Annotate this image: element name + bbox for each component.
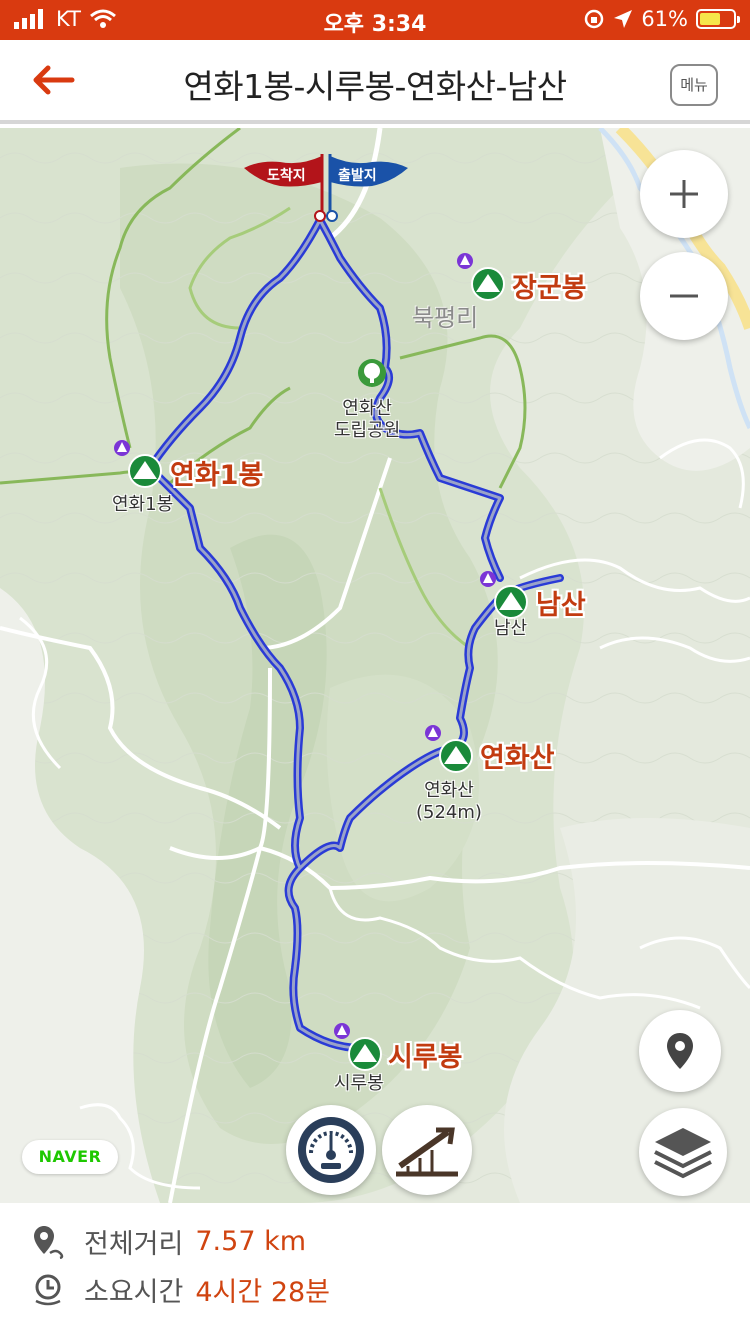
menu-button[interactable]: 메뉴 <box>670 64 718 106</box>
peak-name-janggunbong[interactable]: 장군봉 <box>512 266 587 305</box>
status-bar: KT 오후 3:34 61% <box>0 0 750 40</box>
mountain-peak-icon <box>457 253 505 301</box>
page-title: 연화1봉-시루봉-연화산-남산 <box>183 67 567 106</box>
my-location-button[interactable] <box>639 1010 721 1092</box>
map-layers-button[interactable] <box>639 1108 727 1196</box>
distance-label: 전체거리 <box>84 1228 184 1260</box>
speed-gauge-button[interactable] <box>286 1105 376 1195</box>
header: 연화1봉-시루봉-연화산-남산 메뉴 <box>0 40 750 124</box>
route-info-panel: 전체거리 7.57 km 소요시간 4시간 28분 <box>0 1203 750 1334</box>
peak-sub-yeonhwasan: 연화산 (524m) <box>416 780 482 823</box>
duration-label: 소요시간 <box>84 1276 184 1308</box>
peak-marker-janggunbong[interactable] <box>454 250 508 304</box>
duration-value: 4시간 28분 <box>195 1276 331 1308</box>
peak-sub-yeonhwasan-elevation: (524m) <box>416 801 482 823</box>
peak-name-yeonhwa1bong[interactable]: 연화1봉 <box>170 453 263 492</box>
peak-name-sirubong[interactable]: 시루봉 <box>388 1035 463 1074</box>
distance-value: 7.57 km <box>195 1225 307 1257</box>
village-label: 북평리 <box>412 304 479 332</box>
departure-flag-label: 출발지 <box>338 168 377 184</box>
clock-icon <box>35 1274 61 1306</box>
location-pin-icon <box>667 1033 693 1069</box>
map-view[interactable]: 도착지 출발지 북평리 연화산 도립공원 장군봉 연화1봉 연화1봉 남산 남산… <box>0 128 750 1203</box>
zoom-out-button[interactable] <box>640 252 728 340</box>
peak-sub-sirubong: 시루봉 <box>334 1073 384 1094</box>
slope-icon <box>396 1127 458 1177</box>
distance-row: 전체거리 7.57 km <box>30 1219 306 1263</box>
elevation-profile-button[interactable] <box>382 1105 472 1195</box>
battery-icon <box>696 9 740 29</box>
mountain-peak-icon <box>334 1023 382 1071</box>
location-arrow-icon <box>614 10 633 28</box>
plus-icon <box>670 180 698 208</box>
mountain-peak-icon <box>114 440 162 488</box>
back-arrow-icon <box>33 65 75 95</box>
zoom-in-button[interactable] <box>640 150 728 238</box>
park-label-line1: 연화산 <box>342 398 392 419</box>
start-end-flags-icon <box>244 154 408 222</box>
rotation-lock-icon <box>585 9 604 29</box>
back-button[interactable] <box>28 58 78 102</box>
peak-marker-sirubong[interactable] <box>331 1020 385 1074</box>
duration-row: 소요시간 4시간 28분 <box>30 1267 330 1311</box>
peak-sub-yeonhwasan-line1: 연화산 <box>424 780 474 801</box>
peak-marker-yeonhwasan[interactable] <box>422 722 476 776</box>
speedometer-icon <box>298 1117 364 1183</box>
peak-marker-yeonhwa1bong[interactable] <box>111 437 165 491</box>
battery-percent: 61% <box>641 7 688 31</box>
status-right-group: 61% <box>583 7 740 31</box>
minus-icon <box>670 294 698 298</box>
park-label-line2: 도립공원 <box>334 419 401 441</box>
mountain-peak-icon <box>480 571 528 619</box>
battery-fill <box>700 13 720 25</box>
park-tree-icon <box>358 359 386 387</box>
peak-name-yeonhwasan[interactable]: 연화산 <box>480 736 555 775</box>
arrival-flag-label: 도착지 <box>267 168 306 184</box>
peak-marker-namsan[interactable] <box>477 568 531 622</box>
peak-sub-yeonhwa1bong: 연화1봉 <box>112 494 174 515</box>
peak-sub-namsan: 남산 <box>494 618 528 639</box>
layers-icon <box>654 1128 712 1179</box>
mountain-peak-icon <box>425 725 473 773</box>
peak-name-namsan[interactable]: 남산 <box>536 583 586 622</box>
distance-pin-icon <box>34 1226 64 1259</box>
park-label: 연화산 도립공원 <box>334 398 400 441</box>
naver-logo-badge: NAVER <box>22 1140 118 1174</box>
